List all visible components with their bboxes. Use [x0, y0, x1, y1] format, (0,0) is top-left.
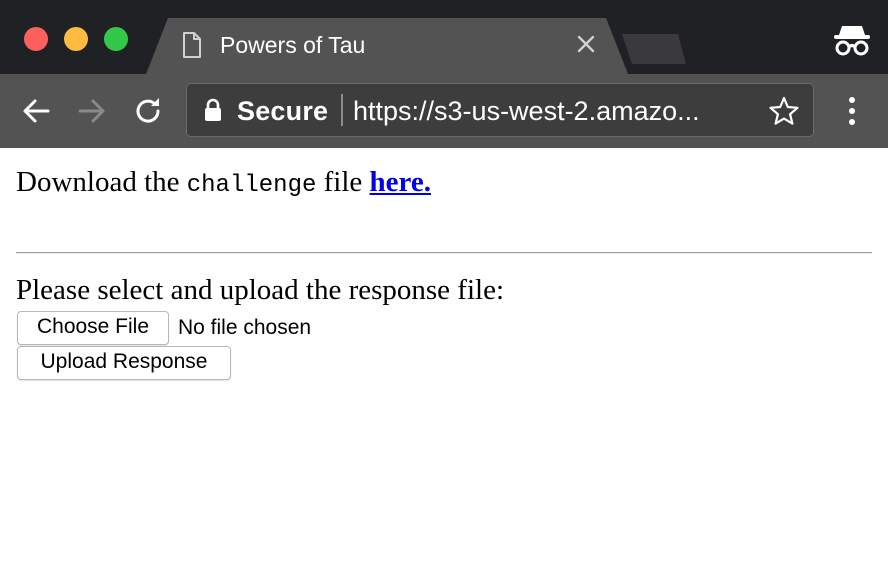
incognito-icon — [834, 26, 870, 56]
download-prefix: Download the — [16, 166, 180, 198]
tab-strip: Powers of Tau — [0, 0, 888, 74]
security-indicator[interactable]: Secure — [237, 94, 328, 128]
browser-window: Powers of Tau Secure https://s3-us-west-… — [0, 0, 888, 580]
horizontal-rule — [16, 252, 872, 254]
tab-title: Powers of Tau — [220, 32, 366, 58]
download-mid: file — [323, 166, 363, 198]
window-minimize-button[interactable] — [64, 27, 88, 51]
page-content: Download the challenge file here. Please… — [0, 148, 888, 580]
choose-file-button[interactable]: Choose File — [17, 311, 169, 345]
reload-icon[interactable] — [132, 95, 164, 127]
star-icon[interactable] — [769, 96, 799, 126]
challenge-code: challenge — [186, 172, 317, 199]
upload-response-button[interactable]: Upload Response — [17, 346, 231, 380]
browser-toolbar: Secure https://s3-us-west-2.amazo... — [0, 74, 888, 148]
address-bar[interactable]: Secure https://s3-us-west-2.amazo... — [186, 83, 814, 137]
url-text[interactable]: https://s3-us-west-2.amazo... — [353, 94, 745, 128]
document-icon — [183, 32, 201, 58]
address-bar-divider — [341, 94, 343, 126]
tab-active[interactable] — [146, 18, 628, 74]
download-link[interactable]: here. — [370, 166, 431, 198]
back-arrow-icon[interactable] — [20, 95, 52, 127]
forward-arrow-icon[interactable] — [76, 95, 108, 127]
kebab-menu-icon[interactable] — [840, 95, 864, 127]
close-icon[interactable] — [574, 32, 598, 56]
new-tab-button[interactable] — [622, 34, 686, 64]
window-maximize-button[interactable] — [104, 27, 128, 51]
upload-prompt: Please select and upload the response fi… — [16, 274, 505, 306]
file-status: No file chosen — [178, 316, 312, 339]
lock-icon — [205, 98, 221, 121]
window-close-button[interactable] — [24, 27, 48, 51]
download-line: Download the challenge file here. — [16, 164, 431, 204]
